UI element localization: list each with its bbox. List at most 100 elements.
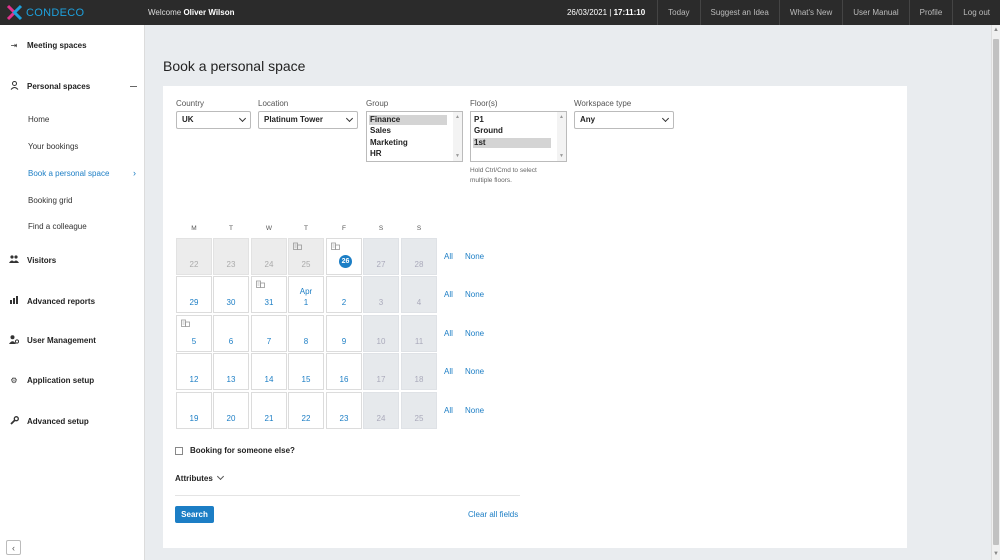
group-listbox-scrollbar[interactable]: ▲ ▼ <box>453 112 462 161</box>
building-icon <box>181 319 190 327</box>
calendar-day[interactable]: 2 <box>326 276 362 313</box>
logo-icon <box>6 4 23 21</box>
select-none-week-link[interactable]: None <box>465 406 484 415</box>
profile-link[interactable]: Profile <box>908 0 953 25</box>
workspace-type-select[interactable]: Any <box>574 111 674 129</box>
collapse-sidebar-button[interactable]: ‹ <box>6 540 21 555</box>
calendar-day[interactable]: 14 <box>251 353 287 390</box>
calendar-day[interactable]: 31 <box>251 276 287 313</box>
calendar-day[interactable]: 29 <box>176 276 212 313</box>
scroll-up-icon[interactable]: ▲ <box>559 114 564 120</box>
floor-option-p1[interactable]: P1 <box>473 115 551 125</box>
calendar-day[interactable]: 8 <box>288 315 324 352</box>
scroll-down-icon[interactable]: ▼ <box>993 551 999 557</box>
scroll-up-icon[interactable]: ▲ <box>455 114 460 120</box>
calendar-day[interactable]: Apr 1 <box>288 276 324 313</box>
floors-listbox[interactable]: P1 Ground 1st ▲ ▼ <box>470 111 567 162</box>
scroll-up-icon[interactable]: ▲ <box>993 27 999 33</box>
clear-all-fields-link[interactable]: Clear all fields <box>468 510 518 519</box>
calendar-day[interactable]: 30 <box>213 276 249 313</box>
calendar-day[interactable]: 21 <box>251 392 287 429</box>
calendar-day[interactable]: 19 <box>176 392 212 429</box>
select-all-week-link[interactable]: All <box>444 367 453 376</box>
calendar-day[interactable]: 5 <box>176 315 212 352</box>
group-option-finance[interactable]: Finance <box>369 115 447 125</box>
select-none-week-link[interactable]: None <box>465 290 484 299</box>
sub-item-booking-grid[interactable]: Booking grid <box>28 196 72 205</box>
floors-listbox-scrollbar[interactable]: ▲ ▼ <box>557 112 566 161</box>
user-manual-link[interactable]: User Manual <box>842 0 908 25</box>
chevron-down-icon <box>345 114 354 123</box>
chart-icon <box>8 296 20 306</box>
calendar-day[interactable]: 6 <box>213 315 249 352</box>
calendar-day[interactable]: 15 <box>288 353 324 390</box>
day-number: 3 <box>378 298 384 307</box>
select-all-week-link[interactable]: All <box>444 329 453 338</box>
search-button[interactable]: Search <box>175 506 214 523</box>
calendar-day[interactable]: 12 <box>176 353 212 390</box>
suggest-idea-link[interactable]: Suggest an Idea <box>699 0 779 25</box>
calendar-day: 18 <box>401 353 437 390</box>
day-number: 11 <box>414 337 424 346</box>
group-option-hr[interactable]: HR <box>369 149 447 159</box>
day-number: 17 <box>376 375 386 384</box>
day-number: 28 <box>414 260 424 269</box>
day-number: 12 <box>189 375 199 384</box>
sidebar-item-label: Advanced reports <box>27 296 96 306</box>
page-scrollbar[interactable]: ▲ ▼ <box>991 25 1000 560</box>
select-all-week-link[interactable]: All <box>444 406 453 415</box>
select-none-week-link[interactable]: None <box>465 329 484 338</box>
floors-hint-line: Hold Ctrl/Cmd to select <box>470 167 537 174</box>
floor-option-1st[interactable]: 1st <box>473 138 551 148</box>
select-all-week-link[interactable]: All <box>444 290 453 299</box>
sidebar-item-personal-spaces[interactable]: Personal spaces <box>0 76 145 96</box>
calendar-day[interactable]: 13 <box>213 353 249 390</box>
condeco-logo[interactable]: CONDECO <box>0 0 144 25</box>
booking-for-someone-else-label[interactable]: Booking for someone else? <box>190 446 295 455</box>
calendar-day[interactable]: 9 <box>326 315 362 352</box>
sub-item-home[interactable]: Home <box>28 115 49 124</box>
select-none-week-link[interactable]: None <box>465 252 484 261</box>
scrollbar-thumb[interactable] <box>993 39 999 545</box>
group-listbox[interactable]: Finance Sales Marketing HR ▲ ▼ <box>366 111 463 162</box>
whats-new-link[interactable]: What's New <box>778 0 842 25</box>
attributes-toggle[interactable]: Attributes <box>175 474 213 483</box>
collapse-dash-icon[interactable] <box>130 85 137 87</box>
date-time: 26/03/2021 | 17:11:10 <box>567 8 657 17</box>
booking-for-someone-else-checkbox[interactable] <box>175 447 183 455</box>
calendar-day-today[interactable]: 26 <box>326 238 362 275</box>
page-title: Book a personal space <box>163 58 306 74</box>
chevron-down-icon <box>238 114 247 123</box>
sidebar-item-meeting-spaces[interactable]: ⇥ Meeting spaces <box>0 35 145 55</box>
sub-item-book-personal-space[interactable]: Book a personal space <box>28 169 109 178</box>
scroll-down-icon[interactable]: ▼ <box>455 153 460 159</box>
logout-link[interactable]: Log out <box>952 0 1000 25</box>
calendar-day[interactable]: 16 <box>326 353 362 390</box>
sub-item-your-bookings[interactable]: Your bookings <box>28 142 78 151</box>
calendar-day[interactable]: 22 <box>288 392 324 429</box>
sidebar-item-advanced-reports[interactable]: Advanced reports <box>0 291 145 311</box>
sidebar-item-user-management[interactable]: User Management <box>0 330 145 350</box>
scroll-down-icon[interactable]: ▼ <box>559 153 564 159</box>
sidebar-item-application-setup[interactable]: ⚙ Application setup <box>0 370 145 390</box>
calendar-day[interactable]: 20 <box>213 392 249 429</box>
calendar-day: 3 <box>363 276 399 313</box>
sub-item-find-colleague[interactable]: Find a colleague <box>28 222 87 231</box>
sidebar-item-advanced-setup[interactable]: Advanced setup <box>0 411 145 431</box>
day-number: 25 <box>414 414 424 423</box>
person-icon <box>8 80 20 92</box>
welcome-prefix: Welcome <box>148 8 182 17</box>
floor-option-ground[interactable]: Ground <box>473 126 551 136</box>
select-none-week-link[interactable]: None <box>465 367 484 376</box>
group-option-marketing[interactable]: Marketing <box>369 138 447 148</box>
calendar-day[interactable]: 23 <box>326 392 362 429</box>
calendar-day: 27 <box>363 238 399 275</box>
select-all-week-link[interactable]: All <box>444 252 453 261</box>
sidebar-item-visitors[interactable]: Visitors <box>0 250 145 270</box>
calendar-day[interactable]: 7 <box>251 315 287 352</box>
today-link[interactable]: Today <box>657 0 699 25</box>
day-number: 15 <box>301 375 311 384</box>
group-option-sales[interactable]: Sales <box>369 126 447 136</box>
country-select[interactable]: UK <box>176 111 251 129</box>
location-select[interactable]: Platinum Tower <box>258 111 358 129</box>
